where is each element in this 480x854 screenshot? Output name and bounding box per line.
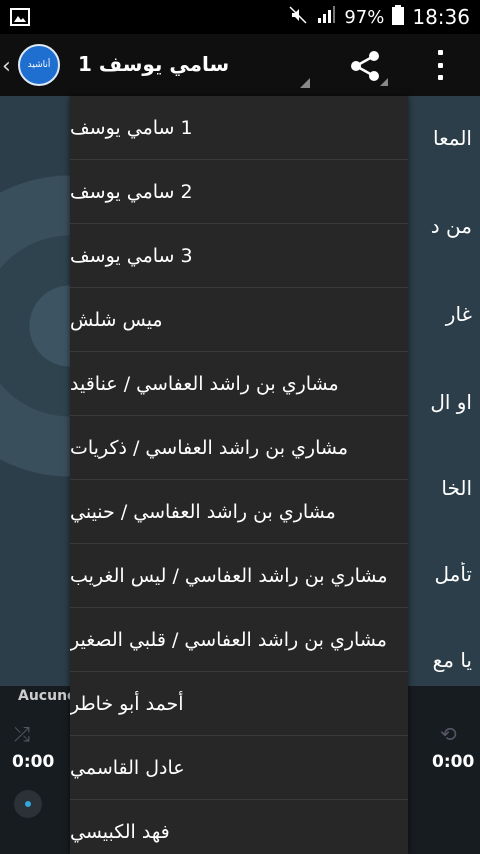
dropdown-item[interactable]: 2 سامي يوسف xyxy=(70,160,408,224)
dropdown-item-label: مشاري بن راشد العفاسي / حنيني xyxy=(70,500,336,523)
battery-percent: 97% xyxy=(344,6,385,28)
back-chevron-icon[interactable]: ‹ xyxy=(2,54,11,79)
dropdown-item-label: 1 سامي يوسف xyxy=(70,116,193,139)
dropdown-item[interactable]: مشاري بن راشد العفاسي / عناقيد xyxy=(70,352,408,416)
battery-icon xyxy=(392,4,405,30)
overflow-dot-icon xyxy=(437,50,443,55)
app-logo-text: أناشيد xyxy=(27,60,51,70)
dropdown-item[interactable]: 3 سامي يوسف xyxy=(70,224,408,288)
overflow-menu-button[interactable] xyxy=(432,50,448,80)
clock: 18:36 xyxy=(412,5,470,29)
dropdown-item-label: 2 سامي يوسف xyxy=(70,180,193,203)
seek-slider-handle[interactable] xyxy=(14,790,42,818)
elapsed-time: 0:00 xyxy=(12,752,55,772)
action-bar: ‹ أناشيد 1 سامي يوسف xyxy=(0,34,480,98)
dropdown-item[interactable]: مشاري بن راشد العفاسي / قلبي الصغير xyxy=(70,608,408,672)
status-bar: 97% 18:36 xyxy=(0,0,480,34)
dropdown-item[interactable]: مشاري بن راشد العفاسي / حنيني xyxy=(70,480,408,544)
dropdown-item[interactable]: عادل القاسمي xyxy=(70,736,408,800)
dropdown-item-label: مشاري بن راشد العفاسي / عناقيد xyxy=(70,372,339,395)
dropdown-item[interactable]: مشاري بن راشد العفاسي / ذكريات xyxy=(70,416,408,480)
share-icon xyxy=(351,51,379,81)
dropdown-item-label: ميس شلش xyxy=(70,308,163,331)
playlist-spinner-title[interactable]: 1 سامي يوسف xyxy=(78,52,229,76)
shuffle-icon[interactable]: ⤮ xyxy=(14,722,30,746)
playlist-dropdown: 1 سامي يوسف 2 سامي يوسف 3 سامي يوسف ميس … xyxy=(70,96,408,854)
gallery-notification-icon xyxy=(10,7,30,27)
spinner-indicator-icon xyxy=(300,78,310,88)
share-dropdown-indicator-icon xyxy=(380,78,388,86)
now-playing-label: Aucune xyxy=(18,688,77,704)
app-logo[interactable]: أناشيد xyxy=(18,44,60,86)
dropdown-item-label: 3 سامي يوسف xyxy=(70,244,193,267)
dropdown-item-label: مشاري بن راشد العفاسي / قلبي الصغير xyxy=(70,628,387,651)
dropdown-item-label: عادل القاسمي xyxy=(70,756,185,779)
share-button[interactable] xyxy=(348,48,384,84)
dropdown-item[interactable]: 1 سامي يوسف xyxy=(70,96,408,160)
dropdown-item-label: أحمد أبو خاطر xyxy=(70,692,184,715)
dropdown-item[interactable]: ميس شلش xyxy=(70,288,408,352)
dropdown-item-label: فهد الكبيسي xyxy=(70,820,170,843)
dropdown-item-label: مشاري بن راشد العفاسي / ذكريات xyxy=(70,436,349,459)
signal-icon xyxy=(316,5,336,30)
total-time: 0:00 xyxy=(432,752,475,772)
overflow-dot-icon xyxy=(437,75,443,80)
mute-icon xyxy=(288,5,308,30)
overflow-dot-icon xyxy=(437,62,443,68)
dropdown-item[interactable]: أحمد أبو خاطر xyxy=(70,672,408,736)
dropdown-item-label: مشاري بن راشد العفاسي / ليس الغريب xyxy=(70,564,388,587)
repeat-icon[interactable]: ⟲ xyxy=(440,722,457,746)
dropdown-item[interactable]: فهد الكبيسي xyxy=(70,800,408,854)
dropdown-item[interactable]: مشاري بن راشد العفاسي / ليس الغريب xyxy=(70,544,408,608)
